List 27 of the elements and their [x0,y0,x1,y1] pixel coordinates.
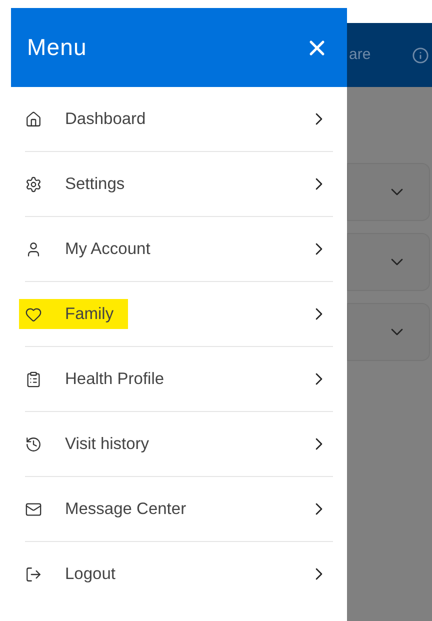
menu-item[interactable]: Settings [11,152,347,216]
clipboard-icon [25,370,42,388]
menu-item[interactable]: Dashboard [11,87,347,151]
menu-item-label: My Account [65,238,150,260]
header-text: are [349,44,371,65]
menu-item-label: Logout [65,564,116,585]
menu-item-label: Family [65,304,114,325]
menu-title: Menu [27,33,87,62]
menu-item[interactable]: Visit history [11,412,347,476]
menu-item[interactable]: Logout [11,542,347,606]
menu-item[interactable]: My Account [11,217,347,281]
menu-item-label: Settings [65,174,125,195]
menu-item[interactable]: Message Center [11,477,347,541]
menu-item[interactable]: Health Profile [11,347,347,411]
menu-item-label: Dashboard [65,108,146,130]
house-icon [25,110,42,128]
user-icon [25,240,42,258]
heart-icon [25,306,42,322]
info-icon [412,46,429,64]
menu-item-label: Health Profile [65,368,164,390]
menu-item-label: Visit history [65,434,150,455]
history-icon [25,436,42,452]
menu-item[interactable]: Family [11,282,347,346]
mail-icon [25,500,42,518]
logout-icon [25,566,42,582]
settings-icon [25,176,42,192]
menu-item-label: Message Center [65,498,186,520]
